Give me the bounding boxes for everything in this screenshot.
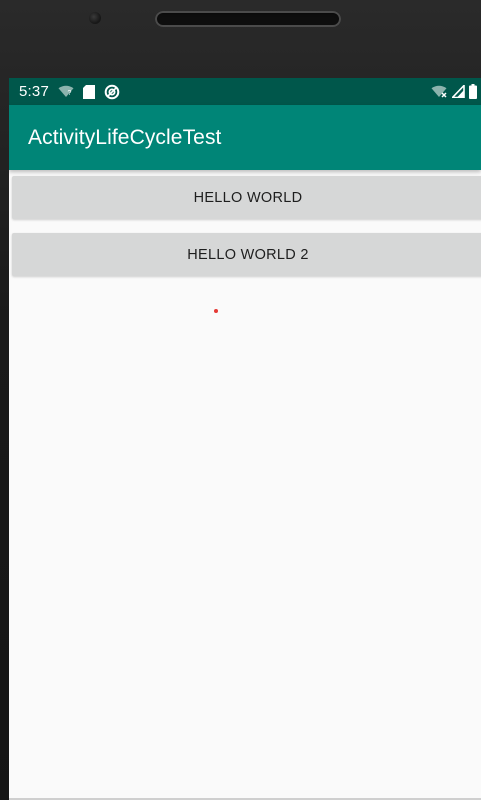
cell-signal-icon <box>452 85 465 98</box>
battery-icon <box>469 84 477 99</box>
svg-text:?: ? <box>68 90 72 97</box>
status-right-icons <box>431 78 477 105</box>
device-screen: 5:37 ? ActivityLifeCycleTest HELLO WORLD… <box>9 78 481 798</box>
front-camera <box>89 12 101 24</box>
status-time: 5:37 <box>19 83 49 100</box>
sync-circle-icon <box>104 84 120 100</box>
red-dot-marker <box>214 309 218 313</box>
wifi-no-internet-icon <box>431 85 448 98</box>
hello-world-button[interactable]: HELLO WORLD <box>12 176 481 219</box>
earpiece-speaker <box>155 11 341 27</box>
app-bar: ActivityLifeCycleTest <box>9 105 481 170</box>
wifi-question-icon: ? <box>58 85 74 98</box>
hello-world-2-button[interactable]: HELLO WORLD 2 <box>12 233 481 276</box>
app-title: ActivityLifeCycleTest <box>28 125 222 149</box>
status-bar: 5:37 ? <box>9 78 481 105</box>
sd-card-icon <box>83 84 95 99</box>
